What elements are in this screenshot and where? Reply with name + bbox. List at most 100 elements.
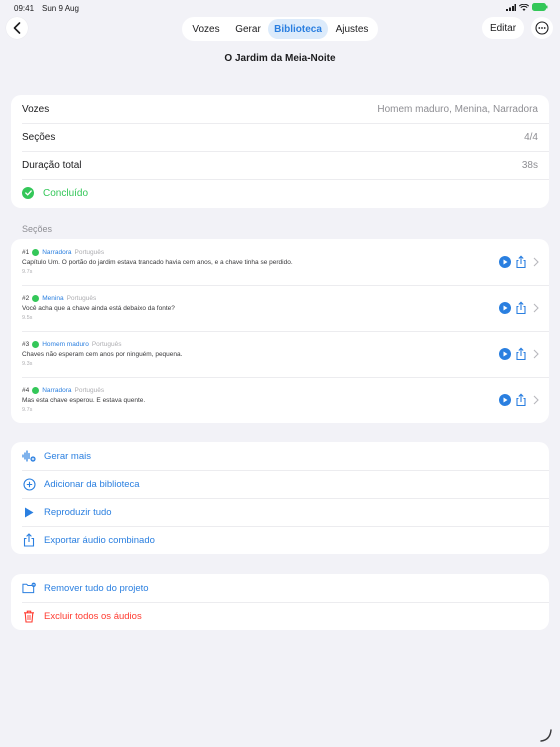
- section-meta: #2 Menina Português: [22, 295, 96, 302]
- status-row: Concluído: [11, 179, 549, 207]
- actions-card: Gerar mais Adicionar da biblioteca Repro…: [11, 442, 549, 554]
- sections-card: #1 Narradora Português Capítulo Um. O po…: [11, 239, 549, 423]
- checkmark-icon: [32, 249, 40, 256]
- section-duration: 9.7s: [22, 407, 33, 413]
- remove-all-button[interactable]: Remover tudo do projeto: [11, 574, 549, 602]
- play-button[interactable]: [499, 302, 511, 314]
- generate-more-label: Gerar mais: [44, 450, 91, 462]
- status-icons: [506, 3, 548, 11]
- status-bar: 09:41 Sun 9 Aug: [0, 0, 560, 16]
- section-duration: 9.3s: [22, 361, 33, 367]
- page-title: O Jardim da Meia-Noite: [224, 53, 336, 64]
- chevron-right-icon: [533, 395, 539, 405]
- section-row[interactable]: #2 Menina Português Você acha que a chav…: [11, 285, 549, 331]
- add-from-library-button[interactable]: Adicionar da biblioteca: [11, 470, 549, 498]
- section-meta: #3 Homem maduro Português: [22, 341, 121, 348]
- sections-value: 4/4: [524, 131, 538, 143]
- section-text: Você acha que a chave ainda está debaixo…: [22, 305, 175, 312]
- section-row[interactable]: #4 Narradora Português Mas esta chave es…: [11, 377, 549, 423]
- share-icon[interactable]: [515, 255, 527, 269]
- section-text: Chaves não esperam cem anos por ninguém,…: [22, 351, 183, 358]
- section-language: Português: [66, 295, 97, 302]
- section-language: Português: [91, 341, 122, 348]
- duration-value: 38s: [521, 159, 538, 171]
- plus-circle-icon: [22, 477, 36, 491]
- checkmark-circle-icon: [22, 187, 34, 199]
- section-voice: Narradora: [42, 387, 72, 394]
- tab-ajustes[interactable]: Ajustes: [328, 19, 376, 39]
- share-icon[interactable]: [515, 393, 527, 407]
- section-language: Português: [74, 249, 105, 256]
- play-icon: [503, 259, 508, 265]
- checkmark-icon: [32, 295, 40, 302]
- play-button[interactable]: [499, 348, 511, 360]
- section-number: #1: [22, 249, 30, 256]
- share-icon[interactable]: [515, 347, 527, 361]
- play-icon: [22, 505, 36, 519]
- play-icon: [503, 397, 508, 403]
- section-meta: #4 Narradora Português: [22, 387, 104, 394]
- section-row[interactable]: #1 Narradora Português Capítulo Um. O po…: [11, 239, 549, 285]
- play-button[interactable]: [499, 394, 511, 406]
- status-text: Concluído: [43, 187, 89, 199]
- section-duration: 9.5s: [22, 315, 33, 321]
- generate-more-button[interactable]: Gerar mais: [11, 442, 549, 470]
- export-combined-label: Exportar áudio combinado: [44, 534, 155, 546]
- resize-handle-icon[interactable]: [538, 727, 554, 743]
- voices-label: Vozes: [22, 103, 50, 115]
- delete-all-label: Excluir todos os áudios: [44, 610, 142, 622]
- section-row[interactable]: #3 Homem maduro Português Chaves não esp…: [11, 331, 549, 377]
- tab-gerar[interactable]: Gerar: [228, 19, 268, 39]
- checkmark-icon: [32, 341, 40, 348]
- tab-biblioteca[interactable]: Biblioteca: [268, 19, 328, 39]
- section-number: #3: [22, 341, 30, 348]
- voices-value: Homem maduro, Menina, Narradora: [377, 103, 538, 115]
- chevron-right-icon: [533, 303, 539, 313]
- duration-label: Duração total: [22, 159, 82, 171]
- summary-card: Vozes Homem maduro, Menina, Narradora Se…: [11, 95, 549, 208]
- trash-icon: [22, 609, 36, 623]
- sections-label: Seções: [22, 131, 56, 143]
- play-icon: [503, 305, 508, 311]
- voices-row: Vozes Homem maduro, Menina, Narradora: [11, 95, 549, 123]
- wifi-icon: [519, 3, 529, 11]
- sections-header: Seções: [22, 224, 53, 234]
- add-from-library-label: Adicionar da biblioteca: [44, 478, 140, 490]
- more-button[interactable]: [531, 17, 553, 39]
- battery-icon: [532, 3, 548, 11]
- section-text: Mas esta chave esperou. E estava quente.: [22, 397, 146, 404]
- share-icon[interactable]: [515, 301, 527, 315]
- section-duration: 9.7s: [22, 269, 33, 275]
- delete-all-button[interactable]: Excluir todos os áudios: [11, 602, 549, 630]
- status-time: 09:41: [14, 4, 35, 13]
- duration-row: Duração total 38s: [11, 151, 549, 179]
- share-icon: [22, 533, 36, 547]
- play-all-button[interactable]: Reproduzir tudo: [11, 498, 549, 526]
- play-all-label: Reproduzir tudo: [44, 506, 112, 518]
- section-text: Capítulo Um. O portão do jardim estava t…: [22, 259, 293, 266]
- section-number: #2: [22, 295, 30, 302]
- folder-badge-icon: [22, 581, 36, 595]
- section-language: Português: [74, 387, 105, 394]
- section-meta: #1 Narradora Português: [22, 249, 104, 256]
- cellular-signal-icon: [506, 3, 516, 11]
- export-combined-button[interactable]: Exportar áudio combinado: [11, 526, 549, 554]
- status-date: Sun 9 Aug: [42, 4, 79, 13]
- play-button[interactable]: [499, 256, 511, 268]
- ellipsis-circle-icon: [535, 21, 549, 35]
- chevron-right-icon: [533, 349, 539, 359]
- section-voice: Menina: [42, 295, 64, 302]
- edit-button[interactable]: Editar: [482, 17, 524, 39]
- remove-all-label: Remover tudo do projeto: [44, 582, 149, 594]
- danger-card: Remover tudo do projeto Excluir todos os…: [11, 574, 549, 630]
- section-number: #4: [22, 387, 30, 394]
- sections-row: Seções 4/4: [11, 123, 549, 151]
- segmented-control: Vozes Gerar Biblioteca Ajustes: [182, 17, 378, 41]
- tab-vozes[interactable]: Vozes: [184, 19, 228, 39]
- section-voice: Narradora: [42, 249, 72, 256]
- section-voice: Homem maduro: [42, 341, 89, 348]
- play-icon: [503, 351, 508, 357]
- chevron-left-icon: [13, 22, 21, 34]
- back-button[interactable]: [6, 17, 28, 39]
- navigation-bar: Vozes Gerar Biblioteca Ajustes Editar: [0, 16, 560, 44]
